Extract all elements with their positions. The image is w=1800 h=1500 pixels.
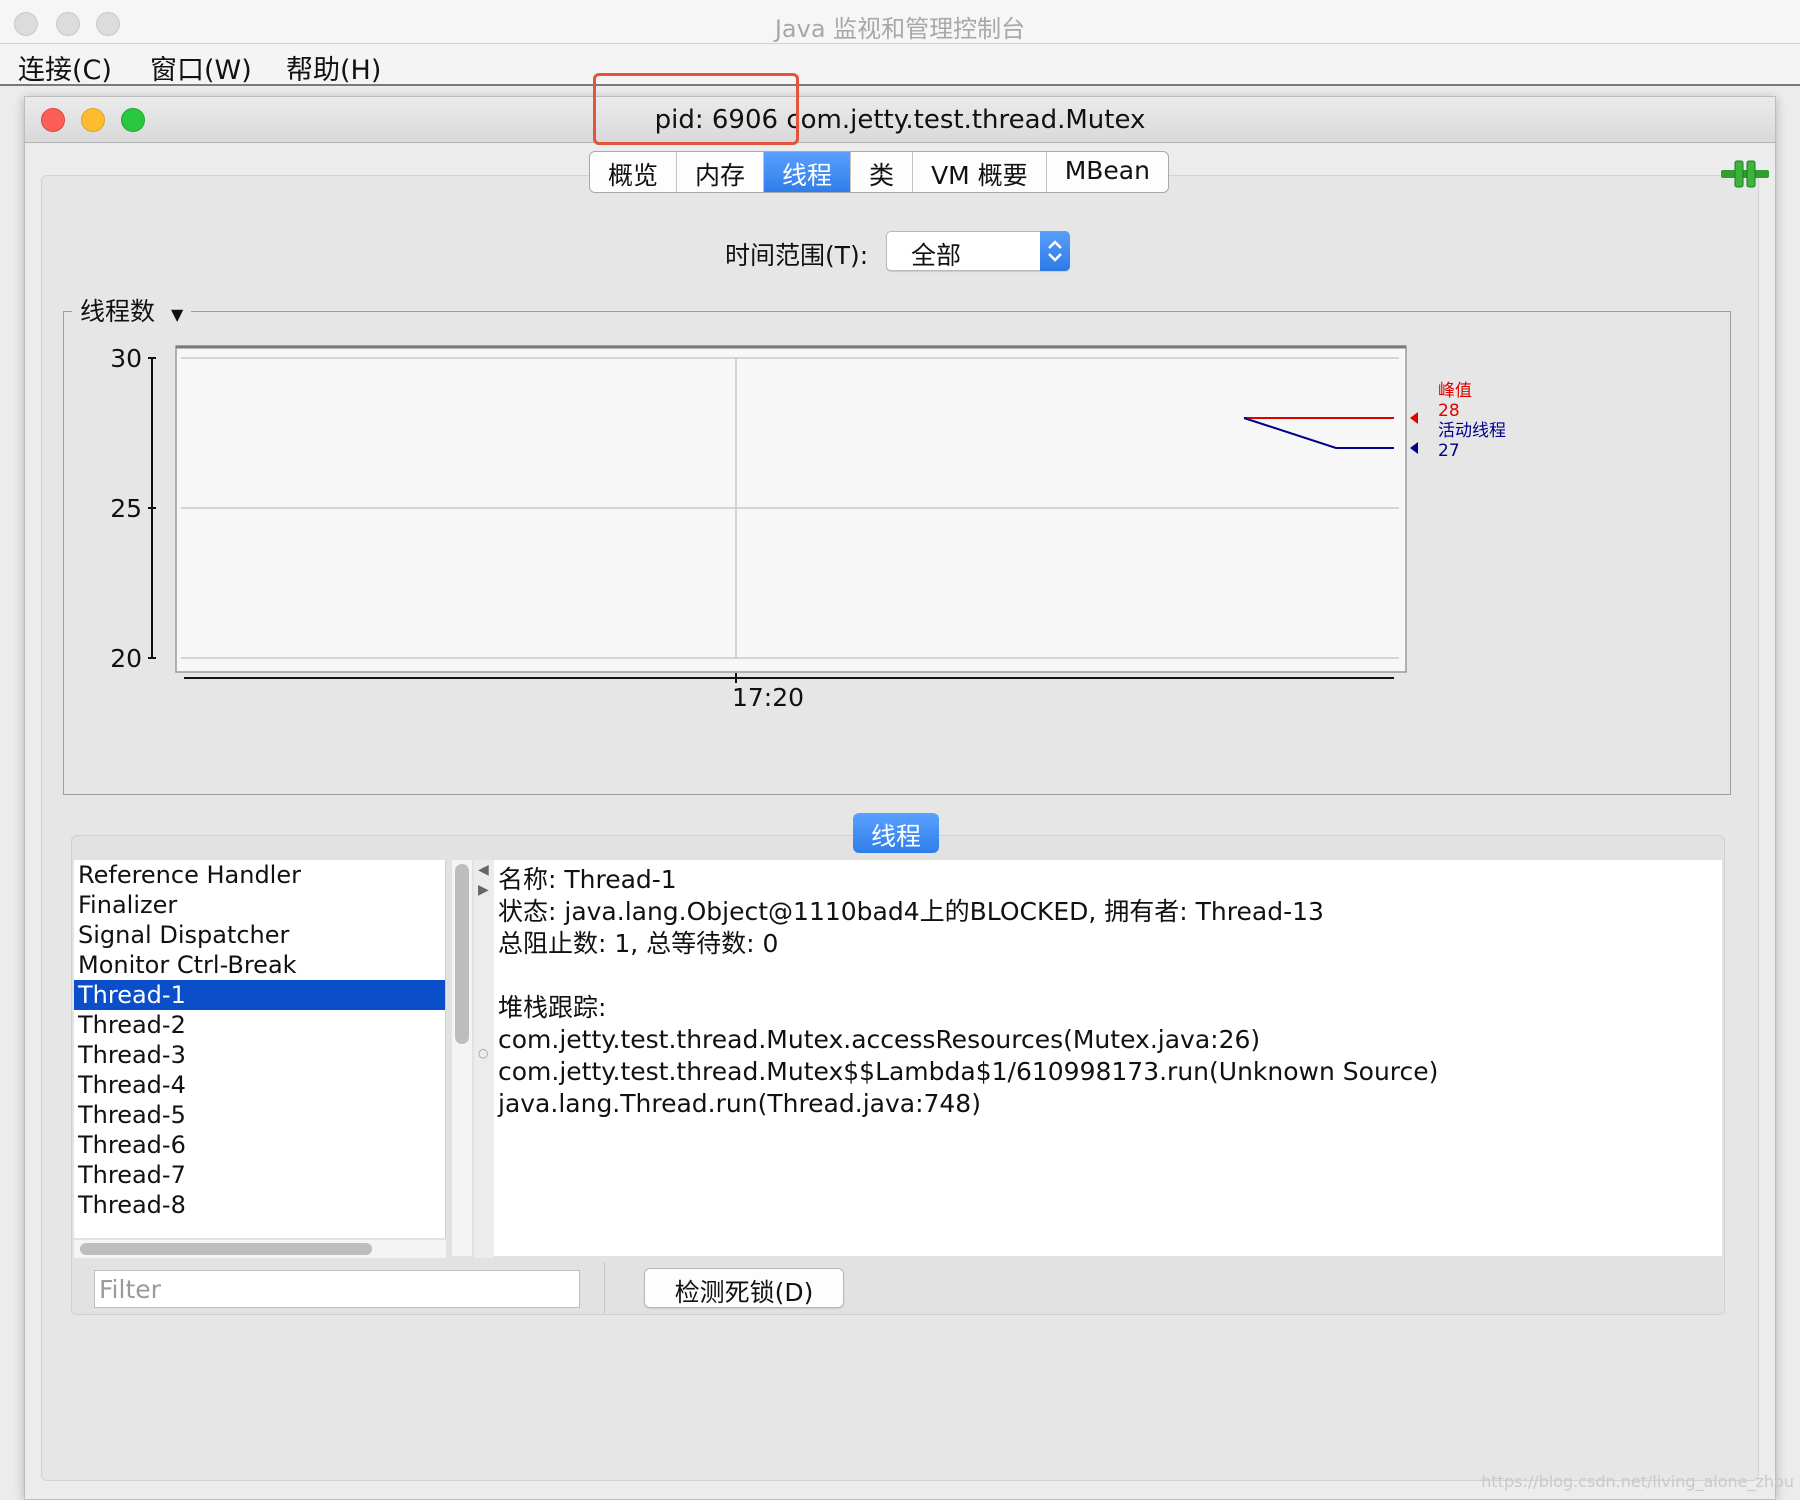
stack-frame: com.jetty.test.thread.Mutex.accessResour… — [498, 1025, 1261, 1054]
tab-classes[interactable]: 类 — [851, 152, 914, 192]
thread-list-item[interactable]: Thread-5 — [74, 1100, 445, 1130]
divider — [604, 1262, 605, 1314]
legend-live-name: 活动线程 — [1438, 421, 1506, 441]
thread-list-item[interactable]: Signal Dispatcher — [74, 920, 445, 950]
menubar: 连接(C) 窗口(W) 帮助(H) — [0, 44, 1800, 86]
legend-peak-name: 峰值 — [1438, 381, 1472, 401]
y-tick-label: 30 — [110, 344, 142, 373]
app-title: Java 监视和管理控制台 — [774, 15, 1026, 43]
threads-section-label: 线程 — [853, 813, 939, 853]
live-marker-icon — [1410, 442, 1418, 454]
thread-list-item[interactable]: Reference Handler — [74, 860, 445, 890]
legend-peak-value: 28 — [1438, 401, 1460, 421]
thread-state-line: 状态: java.lang.Object@1110bad4上的BLOCKED, … — [498, 897, 1324, 926]
thread-filter-input[interactable] — [94, 1270, 580, 1308]
time-range-value: 全部 — [911, 241, 962, 270]
split-pane-divider[interactable]: ◀ ▶ ○ — [474, 860, 494, 1258]
thread-list-item[interactable]: Thread-4 — [74, 1070, 445, 1100]
app-titlebar: Java 监视和管理控制台 — [0, 0, 1800, 44]
chevron-updown-icon — [1040, 231, 1070, 271]
thread-list-horizontal-scrollbar[interactable] — [74, 1240, 446, 1258]
scrollbar-thumb[interactable] — [455, 864, 469, 1044]
thread-detail-panel: 名称: Thread-1 状态: java.lang.Object@1110ba… — [494, 860, 1722, 1256]
thread-list[interactable]: Reference Handler Finalizer Signal Dispa… — [74, 860, 446, 1238]
tab-vm-summary[interactable]: VM 概要 — [913, 152, 1047, 192]
thread-counts-line: 总阻止数: 1, 总等待数: 0 — [498, 929, 779, 958]
thread-list-item[interactable]: Monitor Ctrl-Break — [74, 950, 445, 980]
x-tick-label: 17:20 — [732, 683, 804, 712]
thread-name-line: 名称: Thread-1 — [498, 865, 677, 894]
stack-trace-header: 堆栈跟踪: — [498, 993, 607, 1022]
thread-list-item[interactable]: Thread-8 — [74, 1190, 445, 1220]
thread-list-item[interactable]: Finalizer — [74, 890, 445, 920]
menu-help[interactable]: 帮助(H) — [286, 48, 381, 87]
peak-marker-icon — [1410, 412, 1418, 424]
expand-right-icon[interactable]: ▶ — [478, 882, 489, 898]
scrollbar-thumb[interactable] — [80, 1243, 372, 1255]
detect-deadlock-button[interactable]: 检测死锁(D) — [644, 1268, 844, 1308]
thread-list-item-selected[interactable]: Thread-1 — [74, 980, 445, 1010]
y-tick-label: 20 — [110, 644, 142, 673]
pid-highlight-box — [593, 73, 799, 145]
thread-count-chart: 30 25 20 17:20 峰值28活动线程27 — [110, 344, 1506, 712]
stack-frame: com.jetty.test.thread.Mutex$$Lambda$1/61… — [498, 1057, 1439, 1086]
legend-live-value: 27 — [1438, 441, 1460, 461]
tab-threads[interactable]: 线程 — [764, 152, 852, 192]
plot-area — [175, 345, 1407, 673]
divider-grip-icon: ○ — [478, 1046, 489, 1060]
menu-connection[interactable]: 连接(C) — [18, 48, 112, 87]
thread-list-item[interactable]: Thread-6 — [74, 1130, 445, 1160]
thread-list-item[interactable]: Thread-2 — [74, 1010, 445, 1040]
thread-count-chart-group: 线程数 ▼ 30 25 20 17:20 峰值 28 活动线程 27 — [63, 292, 1731, 795]
collapse-left-icon[interactable]: ◀ — [478, 862, 489, 878]
thread-list-item[interactable]: Thread-3 — [74, 1040, 445, 1070]
y-tick-label: 25 — [110, 494, 142, 523]
tab-mbean[interactable]: MBean — [1047, 152, 1168, 192]
watermark: https://blog.csdn.net/living_alone_zhou — [1481, 1472, 1794, 1491]
connection-status-icon — [1721, 160, 1769, 188]
thread-list-item[interactable]: Thread-7 — [74, 1160, 445, 1190]
tab-memory[interactable]: 内存 — [677, 152, 765, 192]
tab-bar: 概览 内存 线程 类 VM 概要 MBean — [589, 151, 1169, 193]
window-title: pid: 6906 com.jetty.test.thread.Mutex — [654, 105, 1146, 135]
internal-window-titlebar: pid: 6906 com.jetty.test.thread.Mutex — [25, 97, 1775, 143]
stack-frame: java.lang.Thread.run(Thread.java:748) — [498, 1089, 981, 1118]
time-range-select[interactable]: 全部 — [886, 231, 1070, 271]
menu-window[interactable]: 窗口(W) — [150, 48, 252, 87]
tab-overview[interactable]: 概览 — [590, 152, 678, 192]
time-range-label: 时间范围(T): — [725, 241, 869, 270]
thread-list-vertical-scrollbar[interactable] — [452, 860, 472, 1256]
